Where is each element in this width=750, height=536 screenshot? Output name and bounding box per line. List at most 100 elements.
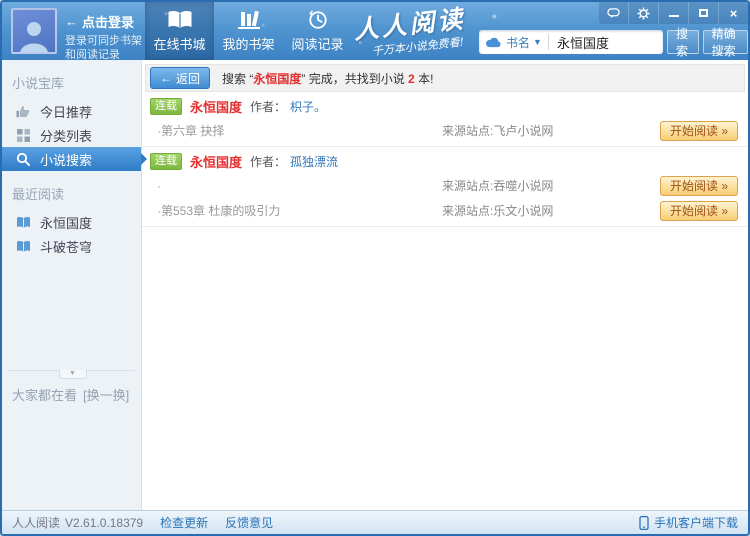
close-button[interactable]: × bbox=[718, 2, 748, 24]
app-logo: 人人阅读 千万本小说免费看! bbox=[352, 2, 469, 61]
tab-label: 阅读记录 bbox=[291, 36, 344, 52]
chevron-down-icon: ▼ bbox=[69, 370, 76, 377]
search-category-dropdown[interactable]: 书名 ▼ bbox=[506, 34, 542, 51]
sidebar: 小说宝库 今日推荐 分类列表 小说搜索 最近阅读 永恒国度 斗破苍穹 ▼ 大家都… bbox=[2, 60, 147, 510]
book-icon bbox=[15, 240, 31, 253]
novel-title-link[interactable]: 永恒国度 bbox=[190, 152, 242, 171]
search-button[interactable]: 搜索 bbox=[667, 27, 699, 58]
avatar[interactable] bbox=[11, 8, 57, 54]
search-category-label: 书名 bbox=[506, 35, 531, 50]
summary-count: 2 bbox=[408, 71, 415, 86]
search-area: 书名 ▼ 搜索 精确搜索 bbox=[479, 27, 748, 58]
chat-bubble-icon bbox=[607, 7, 620, 18]
minimize-icon bbox=[668, 15, 679, 17]
search-field: 书名 ▼ bbox=[479, 30, 663, 54]
sidebar-item-recent-book-2[interactable]: 斗破苍穹 bbox=[2, 234, 141, 258]
back-arrow-icon: ← bbox=[65, 14, 78, 29]
sidebar-item-label: 分类列表 bbox=[40, 128, 93, 144]
bookshelf-icon bbox=[237, 10, 260, 29]
grid-icon bbox=[15, 128, 31, 142]
gear-icon bbox=[637, 6, 650, 20]
back-button[interactable]: ← 返回 bbox=[150, 67, 211, 89]
magnifier-icon bbox=[15, 152, 31, 166]
source-site: 来源站点:吞噬小说网 bbox=[442, 179, 554, 193]
sidebar-item-today-recommend[interactable]: 今日推荐 bbox=[2, 99, 141, 123]
login-button[interactable]: ← 点击登录 bbox=[65, 12, 142, 31]
everyone-reading-label: 大家都在看 bbox=[12, 388, 78, 403]
shuffle-link[interactable]: [换一换] bbox=[83, 385, 129, 404]
tab-online-bookstore[interactable]: 在线书城 bbox=[145, 2, 214, 60]
latest-chapter: ·第六章 抉择 bbox=[157, 124, 225, 138]
sidebar-item-label: 永恒国度 bbox=[40, 215, 93, 231]
feedback-link[interactable]: 反馈意见 bbox=[225, 514, 273, 531]
sidebar-item-label: 今日推荐 bbox=[40, 104, 93, 120]
latest-chapter: · bbox=[157, 178, 161, 193]
start-reading-button[interactable]: 开始阅读 » bbox=[660, 175, 738, 196]
thumb-up-icon bbox=[15, 105, 31, 118]
login-block: ← 点击登录 登录可同步书架 和阅读记录 bbox=[65, 12, 142, 62]
start-reading-button[interactable]: 开始阅读 » bbox=[660, 120, 738, 141]
summary-keyword: 永恒国度 bbox=[253, 71, 302, 86]
search-separator bbox=[547, 34, 549, 50]
mobile-download-link[interactable]: 手机客户端下载 bbox=[639, 514, 738, 531]
everyone-reading-block: 大家都在看 [换一换] bbox=[12, 385, 141, 404]
sidebar-divider: ▼ bbox=[8, 370, 135, 379]
logo-slogan: 千万本小说免费看! bbox=[371, 35, 465, 59]
cloud-icon bbox=[485, 37, 501, 48]
chapter-row: ·第六章 抉择 来源站点:飞卢小说网 开始阅读 » bbox=[142, 118, 748, 143]
close-icon: × bbox=[729, 5, 738, 21]
chevron-down-icon: ▼ bbox=[533, 37, 542, 47]
serial-status-badge: 连载 bbox=[150, 152, 182, 170]
maximize-icon bbox=[699, 9, 708, 17]
app-version: V2.61.0.18379 bbox=[65, 515, 144, 530]
login-subtitle: 登录可同步书架 和阅读记录 bbox=[65, 35, 142, 61]
sidebar-section-recent-reading: 最近阅读 bbox=[12, 187, 65, 202]
tab-my-bookshelf[interactable]: 我的书架 bbox=[214, 2, 283, 60]
sidebar-item-recent-book-1[interactable]: 永恒国度 bbox=[2, 210, 141, 234]
sidebar-item-category-list[interactable]: 分类列表 bbox=[2, 123, 141, 147]
tab-reading-history[interactable]: 阅读记录 bbox=[283, 2, 352, 60]
open-book-icon bbox=[168, 10, 191, 28]
author-link[interactable]: 孤独漂流 bbox=[290, 153, 338, 170]
main-content: ← 返回 搜索 “永恒国度” 完成，共找到小说 2 本! 连载 永恒国度 作者：… bbox=[142, 60, 748, 510]
exact-search-button[interactable]: 精确搜索 bbox=[702, 27, 748, 58]
sidebar-item-novel-search[interactable]: 小说搜索 bbox=[2, 147, 147, 171]
login-label: 点击登录 bbox=[82, 15, 135, 30]
search-result-summary: 搜索 “永恒国度” 完成，共找到小说 2 本! bbox=[222, 71, 434, 86]
app-window: ← 点击登录 登录可同步书架 和阅读记录 在线书城 我的书架 阅读记录 人人阅读… bbox=[0, 0, 750, 536]
source-site: 来源站点:飞卢小说网 bbox=[442, 124, 554, 138]
settings-button[interactable] bbox=[628, 2, 658, 24]
minimize-button[interactable] bbox=[658, 2, 688, 24]
result-block: 连载 永恒国度 作者： 枳子。 ·第六章 抉择 来源站点:飞卢小说网 开始阅读 … bbox=[142, 92, 748, 147]
status-bar: 人人阅读 V2.61.0.18379 检查更新 反馈意见 手机客户端下载 bbox=[2, 510, 748, 534]
serial-status-badge: 连载 bbox=[150, 97, 182, 115]
person-icon bbox=[20, 22, 48, 52]
chapter-row: · 来源站点:吞噬小说网 开始阅读 » bbox=[142, 173, 748, 198]
novel-title-link[interactable]: 永恒国度 bbox=[190, 97, 242, 116]
back-arrow-icon: ← bbox=[160, 71, 172, 85]
book-icon bbox=[15, 216, 31, 229]
clock-history-icon bbox=[308, 9, 327, 29]
sidebar-section-novel-treasury: 小说宝库 bbox=[12, 76, 65, 91]
feedback-bubble-button[interactable] bbox=[599, 2, 628, 24]
collapse-handle[interactable]: ▼ bbox=[58, 370, 87, 379]
source-site: 来源站点:乐文小说网 bbox=[442, 204, 554, 218]
result-header: 连载 永恒国度 作者： 孤独漂流 bbox=[142, 149, 748, 173]
author-link[interactable]: 枳子。 bbox=[290, 98, 326, 115]
logo-title: 人人阅读 bbox=[352, 4, 467, 45]
search-input[interactable] bbox=[554, 33, 657, 51]
tab-label: 在线书城 bbox=[153, 36, 206, 52]
tab-label: 我的书架 bbox=[222, 36, 275, 52]
main-nav: 在线书城 我的书架 阅读记录 bbox=[145, 2, 352, 60]
result-header: 连载 永恒国度 作者： 枳子。 bbox=[142, 94, 748, 118]
result-summary-bar: ← 返回 搜索 “永恒国度” 完成，共找到小说 2 本! bbox=[145, 64, 745, 92]
phone-icon bbox=[639, 515, 649, 530]
start-reading-button[interactable]: 开始阅读 » bbox=[660, 200, 738, 221]
app-name: 人人阅读 bbox=[12, 516, 61, 530]
chapter-row: ·第553章 杜康的吸引力 来源站点:乐文小说网 开始阅读 » bbox=[142, 198, 748, 223]
sidebar-item-label: 小说搜索 bbox=[40, 152, 93, 168]
check-update-link[interactable]: 检查更新 bbox=[160, 514, 208, 531]
sidebar-item-label: 斗破苍穹 bbox=[40, 239, 93, 255]
window-controls: × bbox=[599, 2, 748, 24]
maximize-button[interactable] bbox=[688, 2, 718, 24]
